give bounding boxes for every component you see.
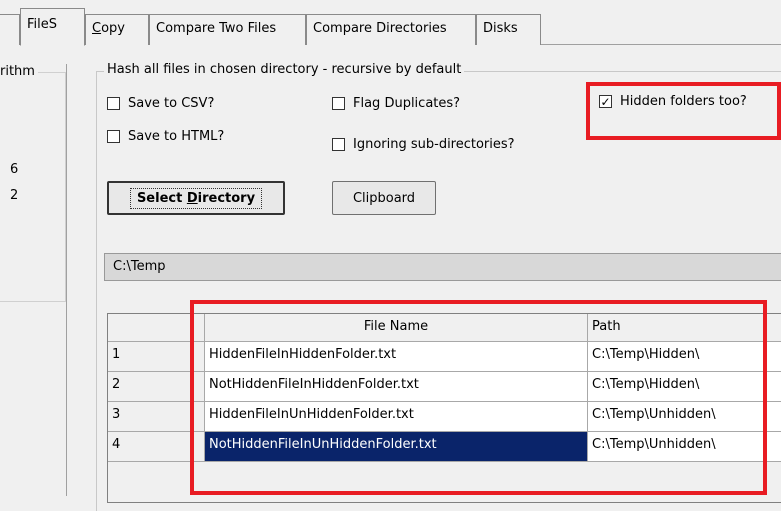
checkbox-box[interactable]: [107, 97, 120, 110]
left-value-1: 6: [10, 162, 19, 177]
select-directory-accel: D: [186, 190, 198, 206]
save-csv-label: Save to CSV?: [128, 96, 215, 111]
tab-disks-label: Disks: [483, 21, 518, 36]
save-html-checkbox[interactable]: Save to HTML?: [107, 129, 224, 144]
left-group-border: [0, 72, 66, 302]
grid-highlight: [190, 300, 767, 495]
tab-copy-accel: C: [92, 21, 102, 36]
directory-path-field[interactable]: C:\Temp: [104, 253, 781, 281]
checkbox-box[interactable]: [332, 138, 345, 151]
select-directory-label: Select Directory: [129, 187, 263, 209]
select-directory-button[interactable]: Select Directory: [107, 181, 285, 215]
tab-partial[interactable]: [0, 14, 20, 45]
clipboard-button[interactable]: Clipboard: [332, 181, 436, 215]
select-directory-pre: Select: [136, 190, 187, 206]
tab-copy[interactable]: Copy: [85, 14, 149, 45]
hidden-folders-highlight: [586, 82, 781, 140]
flag-duplicates-label: Flag Duplicates?: [353, 96, 461, 111]
tab-disks[interactable]: Disks: [476, 14, 541, 45]
checkbox-box[interactable]: [332, 97, 345, 110]
left-legend-fragment: rithm: [0, 64, 38, 79]
save-html-label: Save to HTML?: [128, 129, 225, 144]
tab-files-label: FileS: [27, 17, 58, 32]
ignoring-subdirs-checkbox[interactable]: Ignoring sub-directories?: [332, 137, 515, 152]
ignoring-subdirs-label: Ignoring sub-directories?: [353, 137, 515, 152]
group-legend: Hash all files in chosen directory - rec…: [104, 62, 465, 77]
checkbox-box[interactable]: [107, 130, 120, 143]
tab-compare-two-files[interactable]: Compare Two Files: [149, 14, 306, 45]
tab-files[interactable]: FileS: [20, 8, 85, 46]
flag-duplicates-checkbox[interactable]: Flag Duplicates?: [332, 96, 460, 111]
left-value-2: 2: [10, 188, 19, 203]
tab-compare-two-files-label: Compare Two Files: [156, 21, 277, 36]
tab-copy-rest: opy: [101, 21, 125, 36]
tab-compare-directories-label: Compare Directories: [313, 21, 447, 36]
clipboard-label: Clipboard: [352, 190, 416, 206]
save-csv-checkbox[interactable]: Save to CSV?: [107, 96, 214, 111]
tab-compare-directories[interactable]: Compare Directories: [306, 14, 476, 45]
select-directory-post: irectory: [197, 190, 256, 206]
